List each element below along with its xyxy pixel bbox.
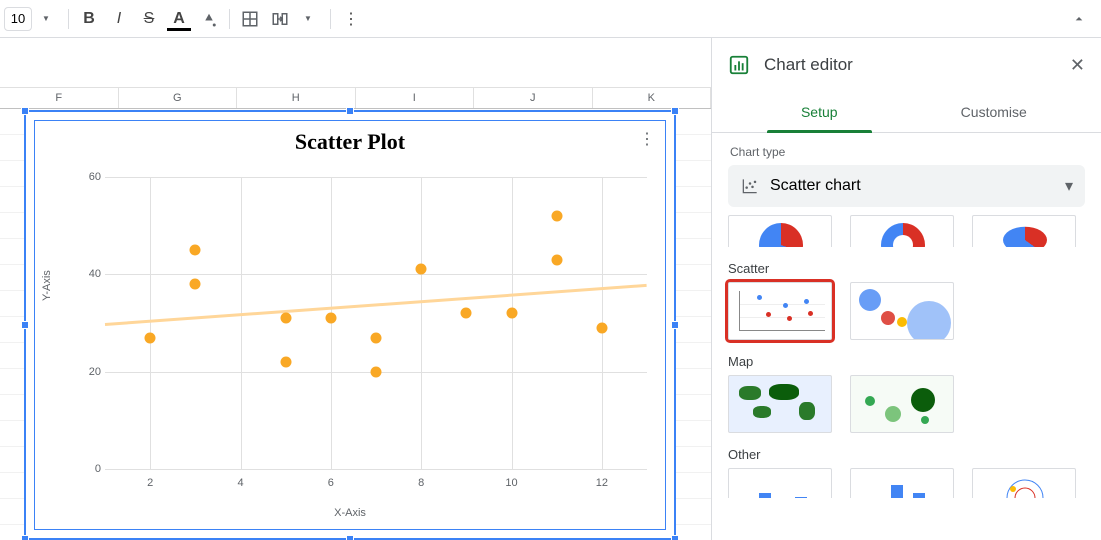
chart-type-select[interactable]: Scatter chart ▾ bbox=[728, 165, 1085, 207]
y-tick: 20 bbox=[77, 366, 101, 378]
col-header[interactable]: I bbox=[356, 88, 475, 108]
data-point[interactable] bbox=[371, 366, 382, 377]
more-button[interactable]: ⋮ bbox=[337, 5, 365, 33]
separator bbox=[330, 9, 331, 29]
panel-title: Chart editor bbox=[764, 55, 1056, 75]
col-header[interactable]: H bbox=[237, 88, 356, 108]
borders-button[interactable] bbox=[236, 5, 264, 33]
separator bbox=[68, 9, 69, 29]
chart-type-thumb-other3[interactable] bbox=[972, 468, 1076, 498]
expand-up-button[interactable] bbox=[1065, 5, 1093, 33]
chart-editor-panel: Chart editor ✕ Setup Customise Chart typ… bbox=[711, 38, 1101, 540]
data-point[interactable] bbox=[190, 279, 201, 290]
resize-handle-ne[interactable] bbox=[671, 107, 679, 115]
resize-handle-n[interactable] bbox=[346, 107, 354, 115]
italic-button[interactable]: I bbox=[105, 5, 133, 33]
chart-title[interactable]: Scatter Plot bbox=[35, 121, 665, 155]
resize-handle-nw[interactable] bbox=[21, 107, 29, 115]
bold-button[interactable]: B bbox=[75, 5, 103, 33]
resize-handle-sw[interactable] bbox=[21, 535, 29, 540]
embedded-chart[interactable]: ⋮ Scatter Plot Y-Axis X-Axis 02040602468… bbox=[24, 110, 676, 540]
resize-handle-se[interactable] bbox=[671, 535, 679, 540]
y-tick: 60 bbox=[77, 171, 101, 183]
x-tick: 8 bbox=[418, 477, 424, 489]
tab-setup[interactable]: Setup bbox=[732, 92, 907, 132]
resize-handle-w[interactable] bbox=[21, 321, 29, 329]
col-header[interactable]: G bbox=[119, 88, 238, 108]
x-tick: 6 bbox=[328, 477, 334, 489]
col-header[interactable]: K bbox=[593, 88, 712, 108]
data-point[interactable] bbox=[190, 245, 201, 256]
chevron-down-icon: ▾ bbox=[1065, 176, 1073, 196]
col-header[interactable]: F bbox=[0, 88, 119, 108]
col-header[interactable]: J bbox=[474, 88, 593, 108]
data-point[interactable] bbox=[280, 356, 291, 367]
tab-customise[interactable]: Customise bbox=[907, 92, 1082, 132]
section-scatter-label: Scatter bbox=[728, 261, 1085, 276]
chart-type-thumb-geo-bubble[interactable] bbox=[850, 375, 954, 433]
data-point[interactable] bbox=[551, 210, 562, 221]
x-tick: 10 bbox=[505, 477, 517, 489]
scatter-icon bbox=[740, 176, 760, 196]
chart-icon bbox=[728, 54, 750, 76]
font-size-input[interactable] bbox=[4, 7, 32, 31]
chart-type-thumb-donut[interactable] bbox=[850, 215, 954, 247]
merge-cells-button[interactable] bbox=[266, 5, 294, 33]
x-axis-label: X-Axis bbox=[35, 507, 665, 519]
y-tick: 40 bbox=[77, 268, 101, 280]
section-map-label: Map bbox=[728, 354, 1085, 369]
data-point[interactable] bbox=[371, 332, 382, 343]
x-tick: 2 bbox=[147, 477, 153, 489]
x-tick: 12 bbox=[596, 477, 608, 489]
spreadsheet-canvas[interactable]: F G H I J K ⋮ Scatter Plot bbox=[0, 38, 711, 540]
trendline bbox=[105, 284, 647, 326]
data-point[interactable] bbox=[325, 313, 336, 324]
plot-area: 020406024681012 bbox=[105, 177, 647, 469]
fill-color-button[interactable] bbox=[195, 5, 223, 33]
separator bbox=[229, 9, 230, 29]
y-tick: 0 bbox=[77, 463, 101, 475]
chart-type-thumb-geo[interactable] bbox=[728, 375, 832, 433]
chart-type-thumb-other1[interactable] bbox=[728, 468, 832, 498]
x-tick: 4 bbox=[237, 477, 243, 489]
chart-type-label: Chart type bbox=[730, 145, 1083, 159]
resize-handle-e[interactable] bbox=[671, 321, 679, 329]
data-point[interactable] bbox=[280, 313, 291, 324]
y-axis-label: Y-Axis bbox=[41, 270, 53, 301]
font-size-dec[interactable]: ▼ bbox=[34, 5, 62, 33]
data-point[interactable] bbox=[145, 332, 156, 343]
close-panel-button[interactable]: ✕ bbox=[1070, 55, 1085, 76]
chart-type-thumb-scatter[interactable] bbox=[728, 282, 832, 340]
chart-type-thumb-pie[interactable] bbox=[728, 215, 832, 247]
data-point[interactable] bbox=[551, 254, 562, 265]
data-point[interactable] bbox=[596, 322, 607, 333]
chart-type-thumb-other2[interactable] bbox=[850, 468, 954, 498]
column-headers: F G H I J K bbox=[0, 87, 711, 109]
chart-type-thumb-bubble[interactable] bbox=[850, 282, 954, 340]
text-color-button[interactable]: A bbox=[165, 5, 193, 33]
section-other-label: Other bbox=[728, 447, 1085, 462]
resize-handle-s[interactable] bbox=[346, 535, 354, 540]
data-point[interactable] bbox=[416, 264, 427, 275]
merge-dropdown[interactable]: ▼ bbox=[296, 5, 324, 33]
strikethrough-button[interactable]: S bbox=[135, 5, 163, 33]
data-point[interactable] bbox=[506, 308, 517, 319]
chart-inner: ⋮ Scatter Plot Y-Axis X-Axis 02040602468… bbox=[34, 120, 666, 530]
toolbar: ▼ B I S A ▼ ⋮ bbox=[0, 0, 1101, 38]
chart-type-thumb-3dpie[interactable] bbox=[972, 215, 1076, 247]
chart-menu-button[interactable]: ⋮ bbox=[639, 129, 655, 149]
data-point[interactable] bbox=[461, 308, 472, 319]
chart-type-value: Scatter chart bbox=[770, 177, 861, 195]
